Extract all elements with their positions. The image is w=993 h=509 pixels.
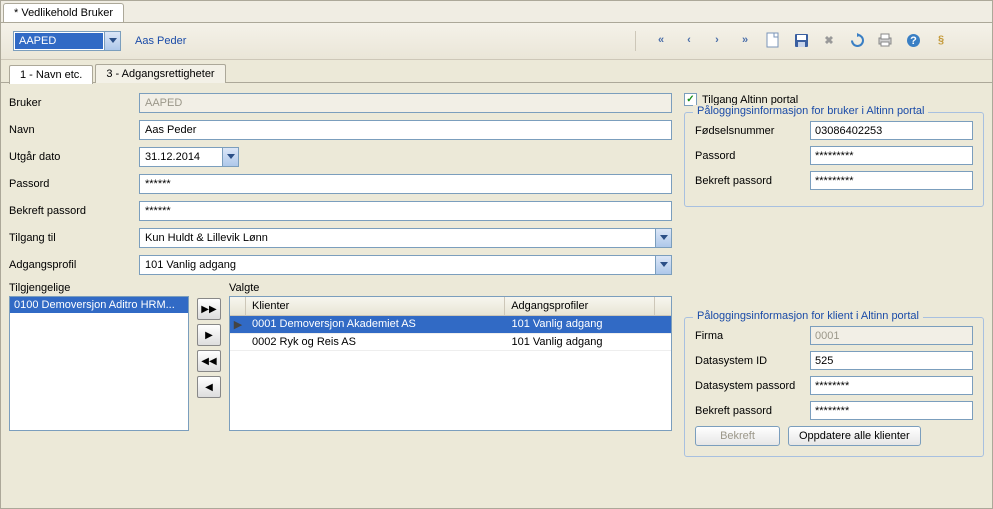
utgar-dato-field[interactable]: 31.12.2014 bbox=[139, 147, 239, 167]
chevron-down-icon[interactable] bbox=[655, 229, 671, 247]
next-icon[interactable]: › bbox=[708, 31, 726, 49]
label-bekreft-passord: Bekreft passord bbox=[9, 205, 139, 217]
cell-klient: 0001 Demoversjon Akademiet AS bbox=[246, 316, 506, 333]
last-icon[interactable]: » bbox=[736, 31, 754, 49]
label-passord: Passord bbox=[9, 178, 139, 190]
firma-field: 0001 bbox=[810, 326, 973, 345]
move-all-right-button[interactable]: ▶▶ bbox=[197, 298, 221, 320]
first-icon[interactable]: « bbox=[652, 31, 670, 49]
oppdatere-button[interactable]: Oppdatere alle klienter bbox=[788, 426, 921, 446]
datasystem-id-field[interactable]: 525 bbox=[810, 351, 973, 370]
adgangsprofil-select[interactable]: 101 Vanlig adgang bbox=[139, 255, 672, 275]
new-icon[interactable] bbox=[764, 31, 782, 49]
move-left-button[interactable]: ◀ bbox=[197, 376, 221, 398]
adgangsprofil-value: 101 Vanlig adgang bbox=[145, 259, 236, 271]
grid-header-adgangsprofiler[interactable]: Adgangsprofiler bbox=[505, 297, 655, 315]
altinn-bruker-legend: Påloggingsinformasjon for bruker i Altin… bbox=[693, 105, 928, 117]
user-name-link[interactable]: Aas Peder bbox=[135, 35, 186, 47]
passord-field[interactable]: ****** bbox=[139, 174, 672, 194]
altinn-passord-field[interactable]: ********* bbox=[810, 146, 973, 165]
label-bruker: Bruker bbox=[9, 97, 139, 109]
sub-tabs: 1 - Navn etc. 3 - Adgangsrettigheter bbox=[1, 60, 992, 83]
tab-navn[interactable]: 1 - Navn etc. bbox=[9, 65, 93, 84]
label-altinn-bekreft: Bekreft passord bbox=[695, 175, 810, 187]
altinn-checkbox-label: Tilgang Altinn portal bbox=[702, 94, 798, 106]
grid-header-klienter[interactable]: Klienter bbox=[246, 297, 505, 315]
bekreft-passord-field[interactable]: ****** bbox=[139, 201, 672, 221]
scrollbar-track[interactable] bbox=[655, 297, 671, 315]
tilgjengelige-label: Tilgjengelige bbox=[9, 282, 189, 294]
table-row[interactable]: ▶ 0001 Demoversjon Akademiet AS 101 Vanl… bbox=[230, 316, 671, 334]
valgte-label: Valgte bbox=[229, 282, 672, 294]
navn-field[interactable]: Aas Peder bbox=[139, 120, 672, 140]
settings-icon[interactable]: § bbox=[932, 31, 950, 49]
prev-icon[interactable]: ‹ bbox=[680, 31, 698, 49]
toolbar: AAPED Aas Peder « ‹ › » ✖ ? § bbox=[1, 23, 992, 60]
bekreft-button: Bekreft bbox=[695, 426, 780, 446]
row-marker-icon: ▶ bbox=[230, 316, 246, 333]
window-title-tab[interactable]: * Vedlikehold Bruker bbox=[3, 3, 124, 22]
label-klient-bekreft: Bekreft passord bbox=[695, 405, 810, 417]
refresh-icon[interactable] bbox=[848, 31, 866, 49]
save-icon[interactable] bbox=[792, 31, 810, 49]
cell-klient: 0002 Ryk og Reis AS bbox=[246, 334, 506, 350]
tilgang-til-select[interactable]: Kun Huldt & Lillevik Lønn bbox=[139, 228, 672, 248]
chevron-down-icon[interactable] bbox=[655, 256, 671, 274]
user-select[interactable]: AAPED bbox=[13, 31, 121, 51]
datasystem-passord-field[interactable]: ******** bbox=[810, 376, 973, 395]
altinn-klient-fieldset: Påloggingsinformasjon for klient i Altin… bbox=[684, 317, 984, 457]
label-altinn-passord: Passord bbox=[695, 150, 810, 162]
label-datasystem-id: Datasystem ID bbox=[695, 355, 810, 367]
chevron-down-icon[interactable] bbox=[104, 32, 120, 50]
valgte-grid[interactable]: Klienter Adgangsprofiler ▶ 0001 Demovers… bbox=[229, 296, 672, 431]
tilgjengelige-list[interactable]: 0100 Demoversjon Aditro HRM... bbox=[9, 296, 189, 431]
label-tilgang-til: Tilgang til bbox=[9, 232, 139, 244]
chevron-down-icon[interactable] bbox=[222, 148, 238, 166]
separator bbox=[635, 31, 636, 51]
label-adgangsprofil: Adgangsprofil bbox=[9, 259, 139, 271]
table-row[interactable]: 0002 Ryk og Reis AS 101 Vanlig adgang bbox=[230, 334, 671, 351]
label-fodselsnummer: Fødselsnummer bbox=[695, 125, 810, 137]
label-datasystem-passord: Datasystem passord bbox=[695, 380, 810, 392]
utgar-dato-value: 31.12.2014 bbox=[145, 151, 200, 163]
tab-adgang[interactable]: 3 - Adgangsrettigheter bbox=[95, 64, 225, 83]
delete-icon[interactable]: ✖ bbox=[820, 31, 838, 49]
fodselsnummer-field[interactable]: 03086402253 bbox=[810, 121, 973, 140]
label-firma: Firma bbox=[695, 330, 810, 342]
list-item[interactable]: 0100 Demoversjon Aditro HRM... bbox=[10, 297, 188, 313]
cell-profil: 101 Vanlig adgang bbox=[506, 334, 656, 350]
label-navn: Navn bbox=[9, 124, 139, 136]
tilgang-til-value: Kun Huldt & Lillevik Lønn bbox=[145, 232, 268, 244]
altinn-bekreft-field[interactable]: ********* bbox=[810, 171, 973, 190]
user-select-value: AAPED bbox=[15, 33, 103, 49]
move-all-left-button[interactable]: ◀◀ bbox=[197, 350, 221, 372]
altinn-klient-legend: Påloggingsinformasjon for klient i Altin… bbox=[693, 310, 923, 322]
print-icon[interactable] bbox=[876, 31, 894, 49]
cell-profil: 101 Vanlig adgang bbox=[506, 316, 656, 333]
klient-bekreft-field[interactable]: ******** bbox=[810, 401, 973, 420]
svg-text:?: ? bbox=[910, 35, 917, 47]
help-icon[interactable]: ? bbox=[904, 31, 922, 49]
bruker-field: AAPED bbox=[139, 93, 672, 113]
grid-header-marker bbox=[230, 297, 246, 315]
move-right-button[interactable]: ▶ bbox=[197, 324, 221, 346]
altinn-bruker-fieldset: Påloggingsinformasjon for bruker i Altin… bbox=[684, 112, 984, 207]
label-utgar-dato: Utgår dato bbox=[9, 151, 139, 163]
